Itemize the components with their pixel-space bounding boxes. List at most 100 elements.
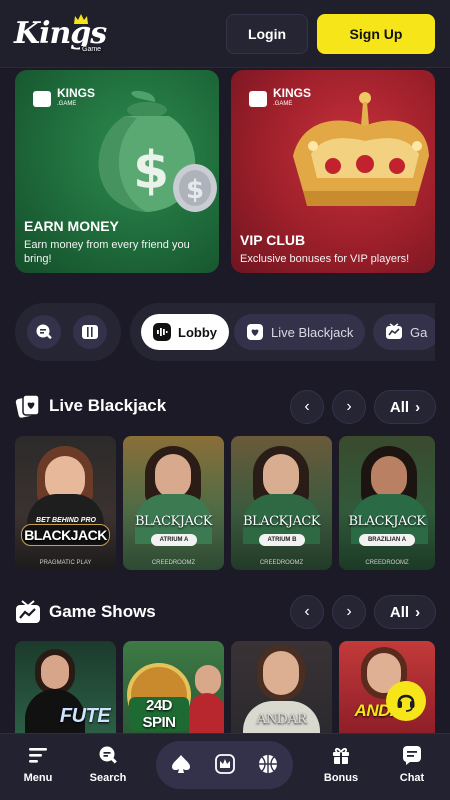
dealer-face [155, 454, 191, 498]
nav-search[interactable]: Search [78, 744, 138, 784]
casino-button[interactable] [170, 753, 192, 780]
tab-label: Ga [410, 324, 428, 340]
game-provider: CREEDROOMZ [151, 560, 196, 566]
game-title: BLACKJACK [135, 514, 213, 529]
game-card[interactable]: 24D SPIN [123, 641, 224, 733]
sports-button[interactable] [257, 753, 279, 780]
svg-text:$: $ [133, 141, 169, 201]
dealer-face [41, 655, 69, 689]
crown-icon [74, 14, 88, 24]
dealer-face [263, 454, 299, 498]
chevron-right-icon: › [415, 603, 421, 621]
game-badge: ATRIUM B [259, 534, 305, 546]
nav-label: Bonus [323, 772, 359, 784]
search-icon [99, 746, 117, 764]
game-title: BLACKJACK [348, 514, 427, 529]
chevron-left-icon: ‹ [304, 603, 310, 620]
dealer-face [371, 456, 407, 498]
nav-label: Chat [399, 772, 425, 784]
category-tabs: Lobby Live Blackjack Ga [130, 303, 435, 361]
section-title-text: Game Shows [49, 602, 156, 621]
game-card[interactable]: BLACKJACK BRAZILIAN A CREEDROOMZ [339, 436, 435, 570]
game-provider: CREEDROOMZ [365, 560, 409, 566]
dealer-face [263, 651, 299, 695]
kings-brand-icon [249, 91, 267, 107]
game-title: ANDAR [256, 711, 307, 727]
game-card[interactable]: BET BEHIND PRO BLACKJACK PRAGMATIC PLAY [15, 436, 116, 570]
tab-game-shows[interactable]: Ga [373, 314, 435, 350]
game-card[interactable]: FUTE [15, 641, 116, 733]
nav-label: Search [89, 772, 127, 784]
quick-icon-tabs [15, 303, 121, 361]
game-category-switcher [156, 741, 293, 789]
tab-live-blackjack[interactable]: Live Blackjack [234, 314, 366, 350]
dealer-face [195, 665, 221, 695]
promo-title: VIP CLUB [240, 232, 306, 248]
game-provider: CREEDROOMZ [259, 560, 304, 566]
prev-button[interactable]: ‹ [290, 390, 324, 424]
game-card[interactable]: BLACKJACK ATRIUM A CREEDROOMZ [123, 436, 224, 570]
top-header: Kings Game Login Sign Up [0, 0, 450, 68]
game-title: BLACKJACK [243, 514, 321, 529]
promo-description: Exclusive bonuses for VIP players! [240, 253, 410, 265]
prev-button[interactable]: ‹ [290, 595, 324, 629]
section-title-live-blackjack: Live Blackjack [15, 394, 166, 418]
spade-icon [172, 755, 190, 773]
nav-label: Menu [23, 772, 53, 784]
headset-icon [397, 694, 415, 712]
library-icon [82, 325, 98, 339]
money-bag-icon: $ $ [98, 90, 217, 212]
basketball-icon [259, 755, 277, 773]
tab-lobby[interactable]: Lobby [141, 314, 229, 350]
dealer-body [189, 693, 224, 733]
search-games-button[interactable] [27, 315, 61, 349]
promo-vip-club[interactable]: KINGS .GAME VIP CLUB Exclusive bonuses fo… [231, 70, 435, 273]
game-title: FUTE [59, 705, 111, 727]
nav-bonus[interactable]: Bonus [311, 744, 371, 784]
game-provider: PRAGMATIC PLAY [39, 560, 92, 566]
crown-box-icon [215, 754, 235, 774]
chat-icon [403, 746, 421, 765]
game-shows-icon [16, 600, 40, 623]
nav-menu[interactable]: Menu [8, 744, 68, 784]
next-button[interactable]: › [332, 595, 366, 629]
promo-earn-money[interactable]: $ $ KINGS .GAME EARN MONEY Earn money fro… [15, 70, 219, 273]
tab-label: Lobby [178, 324, 217, 340]
nav-chat[interactable]: Chat [382, 744, 442, 784]
chevron-left-icon: ‹ [304, 398, 310, 415]
promo-brand: KINGS .GAME [33, 87, 95, 110]
game-badge: ATRIUM A [151, 534, 197, 546]
chevron-right-icon: › [415, 398, 421, 416]
kings-brand-icon [33, 91, 51, 107]
view-all-label: All [389, 603, 410, 621]
chevron-right-icon: › [346, 603, 352, 620]
library-button[interactable] [73, 315, 107, 349]
next-button[interactable]: › [332, 390, 366, 424]
promo-title: EARN MONEY [24, 218, 119, 234]
search-games-icon [36, 324, 52, 340]
view-all-button[interactable]: All › [374, 390, 436, 424]
lobby-icon [153, 323, 171, 341]
login-button[interactable]: Login [226, 14, 308, 54]
view-all-button[interactable]: All › [374, 595, 436, 629]
game-badge: BRAZILIAN A [359, 534, 415, 546]
support-chat-button[interactable] [386, 681, 426, 721]
game-title: 24D SPIN [129, 697, 189, 731]
section-title-game-shows: Game Shows [15, 600, 156, 624]
game-card[interactable]: ANDAR [231, 641, 332, 733]
bottom-navigation: Menu Search Bonus Chat [0, 733, 450, 800]
view-all-label: All [389, 398, 410, 416]
game-title: BLACKJACK [21, 524, 110, 546]
promo-brand: KINGS .GAME [249, 87, 311, 110]
svg-text:$: $ [186, 175, 204, 205]
signup-button[interactable]: Sign Up [317, 14, 435, 54]
game-shows-icon [386, 323, 402, 339]
logo-sub: Game [80, 46, 104, 53]
blackjack-icon [247, 324, 263, 340]
gift-icon [333, 747, 349, 764]
kings-logo[interactable]: Kings Game [14, 14, 107, 56]
chevron-right-icon: › [346, 398, 352, 415]
blackjack-cards-icon [15, 394, 40, 418]
kings-originals-button[interactable] [214, 753, 236, 780]
game-card[interactable]: BLACKJACK ATRIUM B CREEDROOMZ [231, 436, 332, 570]
